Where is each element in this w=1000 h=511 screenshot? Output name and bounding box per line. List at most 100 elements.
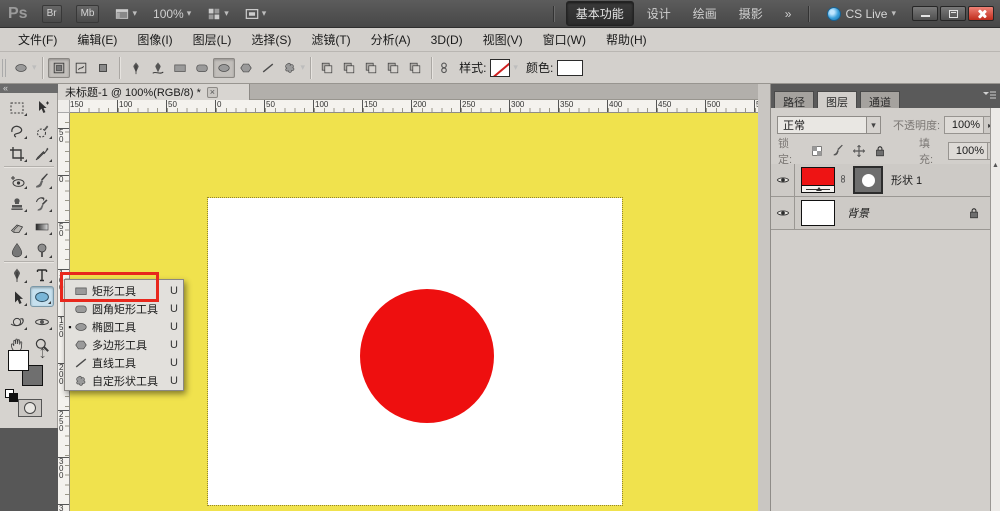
tool-history-brush[interactable] xyxy=(30,193,54,214)
shape-color-swatch[interactable] xyxy=(557,60,583,76)
drag-grip[interactable] xyxy=(2,59,6,77)
layer-thumbnail-white[interactable] xyxy=(801,200,835,226)
tab-layers[interactable]: 图层 xyxy=(817,91,857,108)
view-extras-button[interactable]: ▾ xyxy=(115,7,137,21)
tool-dodge[interactable] xyxy=(30,239,54,260)
minimize-button[interactable] xyxy=(912,6,938,21)
blend-mode-select[interactable]: 正常 ▾ xyxy=(777,116,881,134)
menu-select[interactable]: 选择(S) xyxy=(241,28,301,51)
tool-clone-stamp[interactable] xyxy=(5,193,29,214)
panel-menu-icon[interactable] xyxy=(981,90,997,102)
workspace-overflow-button[interactable]: » xyxy=(776,4,801,24)
lock-paint-button[interactable] xyxy=(831,144,845,158)
tool-eyedropper[interactable] xyxy=(30,143,54,164)
custom-shape-tool-button[interactable] xyxy=(279,58,301,78)
flyout-item-ellipse[interactable]: ▪ 椭圆工具 U xyxy=(66,318,182,336)
tool-type[interactable] xyxy=(30,264,54,285)
tool-healing-brush[interactable] xyxy=(5,170,29,191)
foreground-color-swatch[interactable] xyxy=(8,350,29,371)
layer-row-shape1[interactable]: 形状 1 xyxy=(771,164,991,197)
tool-rectangular-marquee[interactable] xyxy=(5,97,29,118)
tool-preset-picker[interactable] xyxy=(10,58,32,78)
freeform-pen-tool-button[interactable] xyxy=(147,58,169,78)
red-circle-shape xyxy=(360,289,494,423)
path-op-exclude-button[interactable] xyxy=(404,58,426,78)
close-button[interactable] xyxy=(968,6,994,21)
tools-panel-collapse[interactable]: « xyxy=(0,84,58,93)
workspace-tab-essentials[interactable]: 基本功能 xyxy=(566,1,634,26)
rectangle-tool-button[interactable] xyxy=(169,58,191,78)
shape-layers-mode-button[interactable] xyxy=(48,58,70,78)
flyout-item-custom-shape[interactable]: 自定形状工具 U xyxy=(66,372,182,390)
rounded-rectangle-tool-button[interactable] xyxy=(191,58,213,78)
arrange-documents-button[interactable]: ▾ xyxy=(207,7,229,21)
path-op-add-button[interactable] xyxy=(338,58,360,78)
menu-file[interactable]: 文件(F) xyxy=(8,28,67,51)
tool-path-selection[interactable] xyxy=(5,287,29,308)
menu-view[interactable]: 视图(V) xyxy=(473,28,533,51)
screen-mode-button[interactable]: ▾ xyxy=(245,7,267,21)
tab-channels[interactable]: 通道 xyxy=(860,91,900,108)
tool-lasso[interactable] xyxy=(5,120,29,141)
default-colors-icon[interactable] xyxy=(5,389,14,398)
menu-window[interactable]: 窗口(W) xyxy=(533,28,596,51)
quick-mask-button[interactable] xyxy=(18,399,42,417)
tool-eraser[interactable] xyxy=(5,216,29,237)
tool-move[interactable] xyxy=(30,97,54,118)
menu-analysis[interactable]: 分析(A) xyxy=(361,28,421,51)
restore-button[interactable] xyxy=(940,6,966,21)
menu-filter[interactable]: 滤镜(T) xyxy=(301,28,360,51)
menu-edit[interactable]: 编辑(E) xyxy=(67,28,127,51)
fill-pixels-icon xyxy=(96,61,110,75)
tool-crop[interactable] xyxy=(5,143,29,164)
tool-3d-rotate[interactable] xyxy=(5,311,29,332)
polygon-tool-button[interactable] xyxy=(235,58,257,78)
path-op-new-button[interactable] xyxy=(316,58,338,78)
flyout-item-polygon[interactable]: 多边形工具 U xyxy=(66,336,182,354)
mini-bridge-button[interactable]: Mb xyxy=(76,5,100,23)
tool-gradient[interactable] xyxy=(30,216,54,237)
bridge-button[interactable]: Br xyxy=(42,5,62,23)
paths-mode-button[interactable] xyxy=(70,58,92,78)
style-swatch[interactable] xyxy=(490,59,510,77)
tool-pen[interactable] xyxy=(5,264,29,285)
gradient-icon xyxy=(34,219,50,235)
tool-brush[interactable] xyxy=(30,170,54,191)
menu-3d[interactable]: 3D(D) xyxy=(421,30,473,50)
lock-transparent-button[interactable] xyxy=(810,144,824,158)
lock-position-button[interactable] xyxy=(852,144,866,158)
menu-image[interactable]: 图像(I) xyxy=(127,28,182,51)
menu-help[interactable]: 帮助(H) xyxy=(596,28,657,51)
line-tool-button[interactable] xyxy=(257,58,279,78)
panel-scrollbar[interactable]: ▲ xyxy=(990,108,1000,511)
path-op-subtract-icon xyxy=(364,61,378,75)
fill-value[interactable]: 100% xyxy=(948,142,988,160)
workspace-tab-photography[interactable]: 摄影 xyxy=(730,2,772,25)
layer-thumbnail-red[interactable] xyxy=(801,167,835,193)
cs-live-button[interactable]: CS Live ▾ xyxy=(827,7,896,21)
menu-layer[interactable]: 图层(L) xyxy=(183,28,242,51)
workspace-tab-design[interactable]: 设计 xyxy=(638,2,680,25)
visibility-toggle[interactable] xyxy=(771,164,795,197)
document-tab[interactable]: 未标题-1 @ 100%(RGB/8) * × xyxy=(58,84,250,100)
fill-pixels-mode-button[interactable] xyxy=(92,58,114,78)
tool-blur[interactable] xyxy=(5,239,29,260)
flyout-item-rounded-rectangle[interactable]: 圆角矩形工具 U xyxy=(66,300,182,318)
zoom-level-button[interactable]: 100% ▾ xyxy=(153,7,191,21)
visibility-toggle[interactable] xyxy=(771,197,795,230)
tool-3d-orbit[interactable] xyxy=(30,311,54,332)
workspace-tab-painting[interactable]: 绘画 xyxy=(684,2,726,25)
ellipse-tool-button[interactable] xyxy=(213,58,235,78)
tab-paths[interactable]: 路径 xyxy=(774,91,814,108)
layer-row-background[interactable]: 背景 xyxy=(771,197,991,230)
path-op-subtract-button[interactable] xyxy=(360,58,382,78)
document-close-icon[interactable]: × xyxy=(207,87,218,98)
tool-quick-selection[interactable] xyxy=(30,120,54,141)
vector-mask-thumbnail[interactable] xyxy=(853,166,883,194)
opacity-value[interactable]: 100% xyxy=(944,116,984,134)
path-op-intersect-button[interactable] xyxy=(382,58,404,78)
flyout-item-line[interactable]: 直线工具 U xyxy=(66,354,182,372)
lock-all-button[interactable] xyxy=(873,144,887,158)
pen-tool-button[interactable] xyxy=(125,58,147,78)
tool-ellipse-shape[interactable] xyxy=(30,286,54,307)
